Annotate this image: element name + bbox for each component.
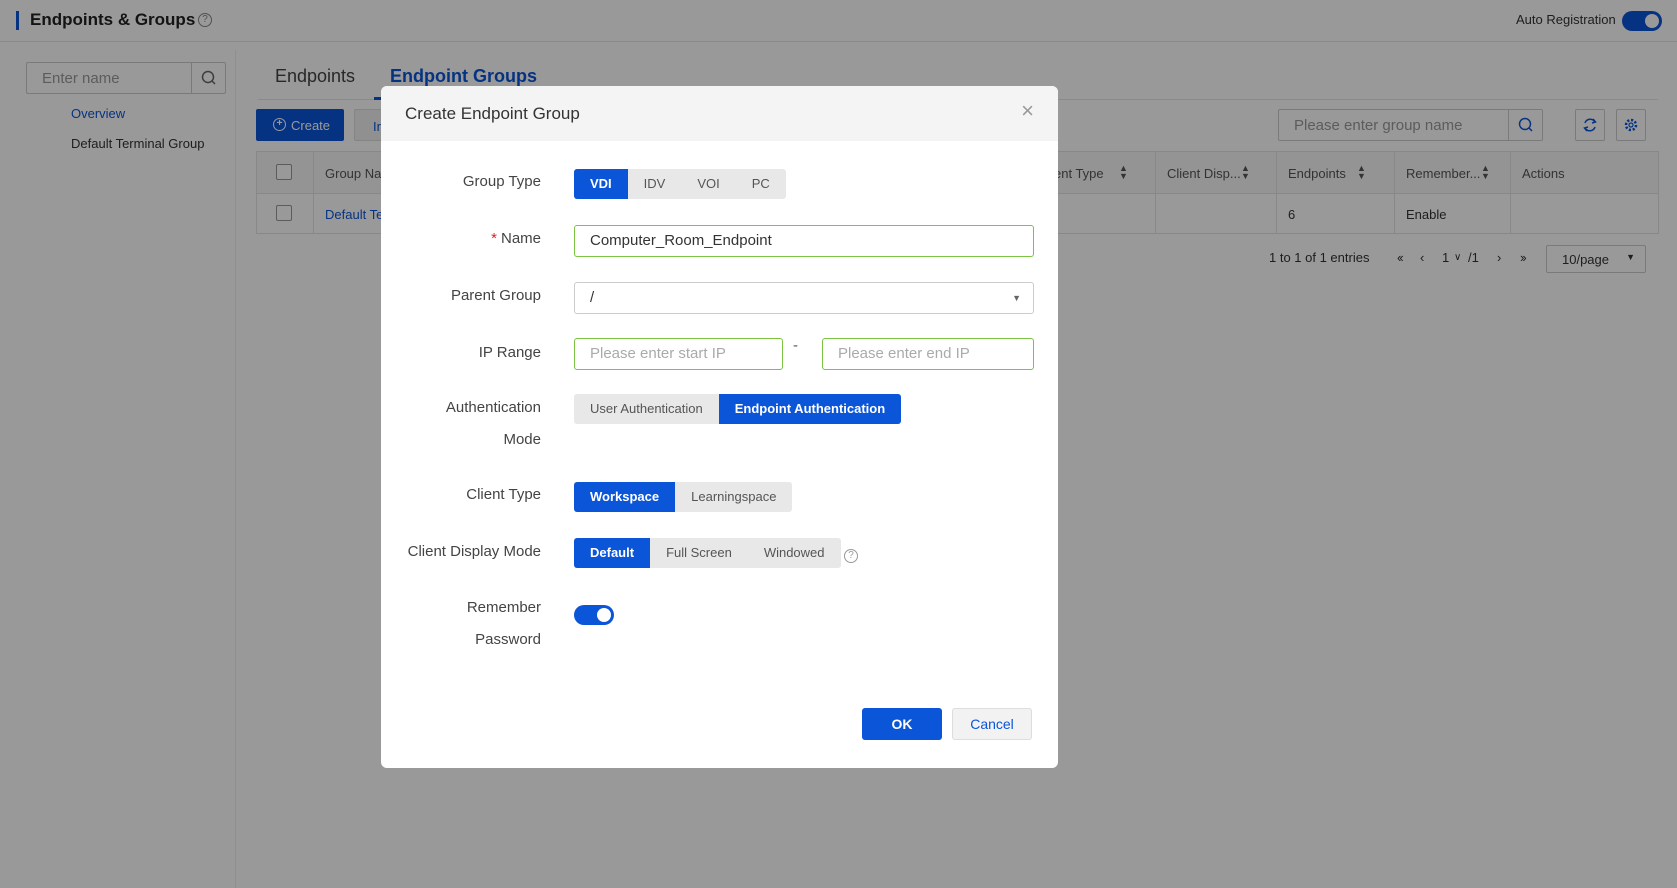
auth-mode-option-endpoint[interactable]: Endpoint Authentication [718, 394, 902, 424]
display-mode-option-windowed[interactable]: Windowed [748, 538, 841, 568]
client-display-mode-label: Client Display Mode [407, 543, 541, 560]
info-icon[interactable]: ? [844, 549, 858, 563]
group-type-option-vdi[interactable]: VDI [574, 169, 628, 199]
dialog-title: Create Endpoint Group [405, 104, 580, 123]
auth-mode-option-user[interactable]: User Authentication [574, 394, 719, 424]
name-label: * Name [491, 223, 541, 255]
cancel-button[interactable]: Cancel [952, 708, 1032, 740]
name-label-text: Name [500, 230, 541, 247]
client-display-mode-selector: Default Full Screen Windowed [574, 538, 841, 568]
create-endpoint-group-dialog: Create Endpoint Group × Group Type VDI I… [381, 86, 1058, 768]
remember-password-label-line2: Password [475, 631, 541, 648]
group-type-option-pc[interactable]: PC [736, 169, 786, 199]
auth-mode-label-line2: Mode [503, 431, 541, 448]
remember-password-toggle[interactable] [574, 605, 614, 625]
dialog-header: Create Endpoint Group × [381, 86, 1058, 141]
display-mode-option-default[interactable]: Default [574, 538, 651, 568]
remember-password-label-line1: Remember [466, 599, 541, 616]
parent-group-select[interactable]: / ▼ [574, 282, 1034, 314]
auth-mode-label-line1: Authentication [445, 399, 541, 416]
auth-mode-selector: User Authentication Endpoint Authenticat… [574, 394, 902, 424]
client-type-option-workspace[interactable]: Workspace [574, 482, 676, 512]
ip-range-separator: - [793, 337, 798, 354]
toggle-knob [597, 608, 611, 622]
group-type-option-idv[interactable]: IDV [628, 169, 682, 199]
parent-group-value: / [590, 289, 595, 306]
group-type-label: Group Type [462, 173, 541, 190]
ip-range-label: IP Range [478, 344, 541, 361]
group-type-selector: VDI IDV VOI PC [574, 169, 786, 199]
start-ip-field[interactable]: Please enter start IP [574, 338, 783, 370]
parent-group-label: Parent Group [450, 287, 541, 304]
display-mode-option-full-screen[interactable]: Full Screen [650, 538, 748, 568]
client-type-selector: Workspace Learningspace [574, 482, 793, 512]
caret-down-icon: ▼ [1012, 293, 1021, 303]
group-type-option-voi[interactable]: VOI [681, 169, 735, 199]
client-type-option-learningspace[interactable]: Learningspace [675, 482, 792, 512]
required-asterisk: * [491, 230, 497, 247]
end-ip-field[interactable]: Please enter end IP [822, 338, 1034, 370]
close-icon[interactable]: × [1021, 100, 1034, 122]
ok-button[interactable]: OK [862, 708, 942, 740]
client-type-label: Client Type [466, 486, 541, 503]
name-field[interactable]: Computer_Room_Endpoint [574, 225, 1034, 257]
